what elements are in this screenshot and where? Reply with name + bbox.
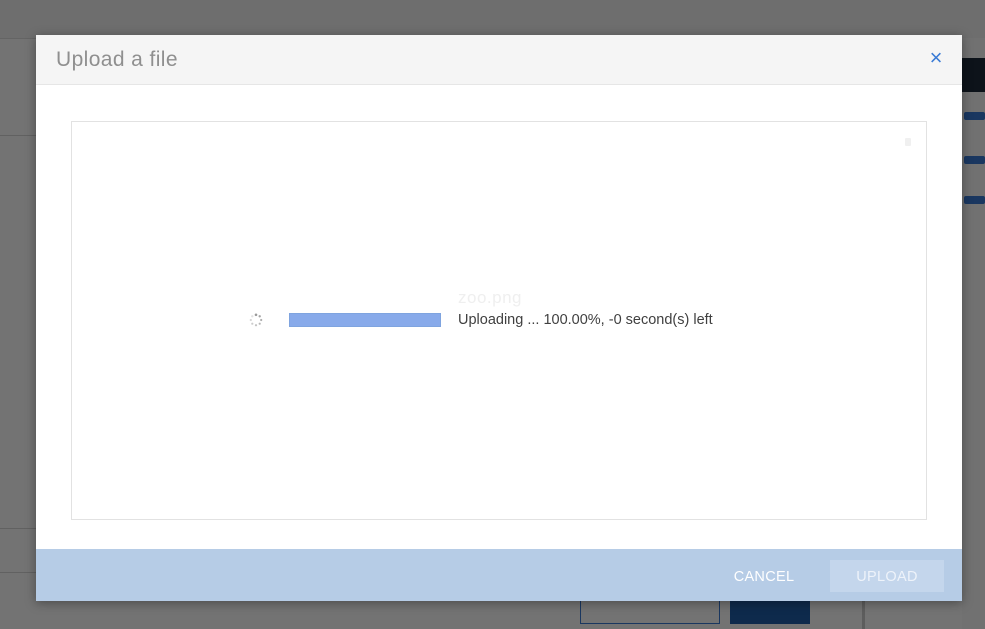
remove-file-icon bbox=[905, 138, 911, 146]
upload-dialog: Upload a file × zoo.png Uploading ... 10… bbox=[36, 35, 962, 601]
close-icon: × bbox=[929, 45, 943, 70]
dialog-title: Upload a file bbox=[56, 48, 178, 71]
upload-button[interactable]: UPLOAD bbox=[830, 560, 944, 592]
dialog-header: Upload a file × bbox=[36, 35, 962, 85]
app-page: Upload a file × zoo.png Uploading ... 10… bbox=[0, 0, 985, 629]
file-dropzone[interactable]: zoo.png Uploading ... 100.00%, -0 second… bbox=[71, 121, 927, 520]
upload-progress-fill bbox=[290, 314, 440, 326]
dialog-footer: CANCEL UPLOAD bbox=[36, 549, 962, 601]
file-name: zoo.png bbox=[458, 288, 522, 307]
upload-status-text: Uploading ... 100.00%, -0 second(s) left bbox=[458, 312, 713, 328]
close-button[interactable]: × bbox=[924, 45, 948, 71]
cancel-button[interactable]: CANCEL bbox=[716, 561, 812, 591]
upload-progress-bar bbox=[289, 313, 441, 327]
loading-spinner-icon bbox=[249, 313, 263, 327]
